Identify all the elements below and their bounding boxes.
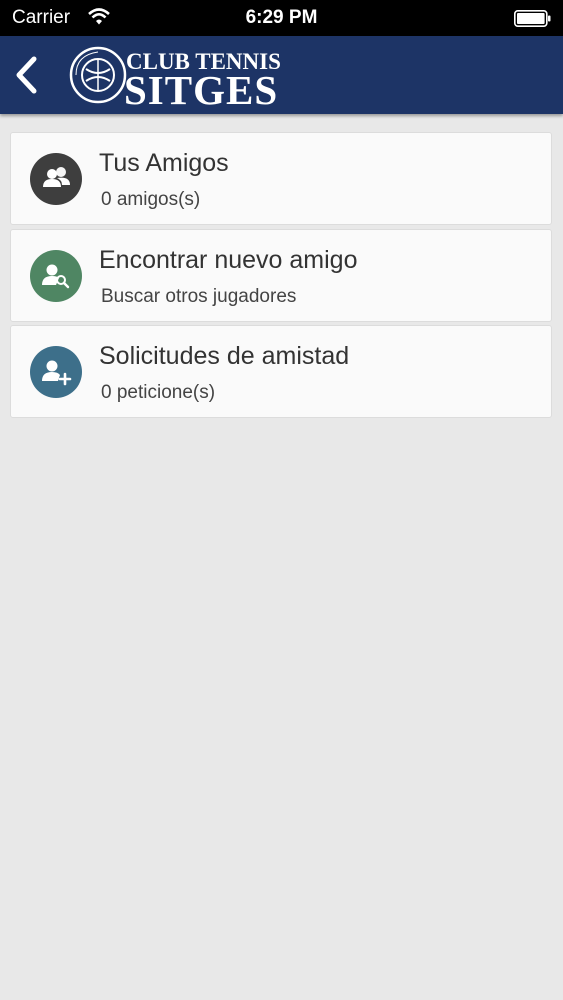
menu-item-friends[interactable]: Tus Amigos 0 amigos(s) bbox=[10, 132, 552, 225]
menu-item-subtitle: 0 amigos(s) bbox=[101, 189, 201, 210]
search-user-icon bbox=[30, 250, 82, 302]
friends-icon bbox=[30, 153, 82, 205]
status-bar: Carrier 6:29 PM bbox=[0, 0, 563, 36]
menu-item-find-friend[interactable]: Encontrar nuevo amigo Buscar otros jugad… bbox=[10, 229, 552, 322]
clock-label: 6:29 PM bbox=[245, 7, 318, 28]
menu-item-subtitle: Buscar otros jugadores bbox=[101, 286, 297, 307]
menu-item-friend-requests[interactable]: Solicitudes de amistad 0 peticione(s) bbox=[10, 325, 552, 418]
club-logo: CLUB TENNIS SITGES bbox=[68, 45, 293, 113]
logo-text-sitges: SITGES bbox=[124, 67, 279, 113]
menu-item-title: Encontrar nuevo amigo bbox=[99, 246, 358, 274]
menu-item-subtitle: 0 peticione(s) bbox=[101, 382, 216, 403]
chevron-left-icon bbox=[16, 56, 37, 94]
back-button[interactable] bbox=[10, 54, 46, 96]
nav-bar: CLUB TENNIS SITGES bbox=[0, 36, 563, 114]
tennis-seal-icon bbox=[68, 45, 128, 105]
battery-icon bbox=[514, 10, 551, 27]
menu-item-title: Tus Amigos bbox=[99, 149, 229, 177]
menu-item-title: Solicitudes de amistad bbox=[99, 342, 350, 370]
add-user-icon bbox=[30, 346, 82, 398]
